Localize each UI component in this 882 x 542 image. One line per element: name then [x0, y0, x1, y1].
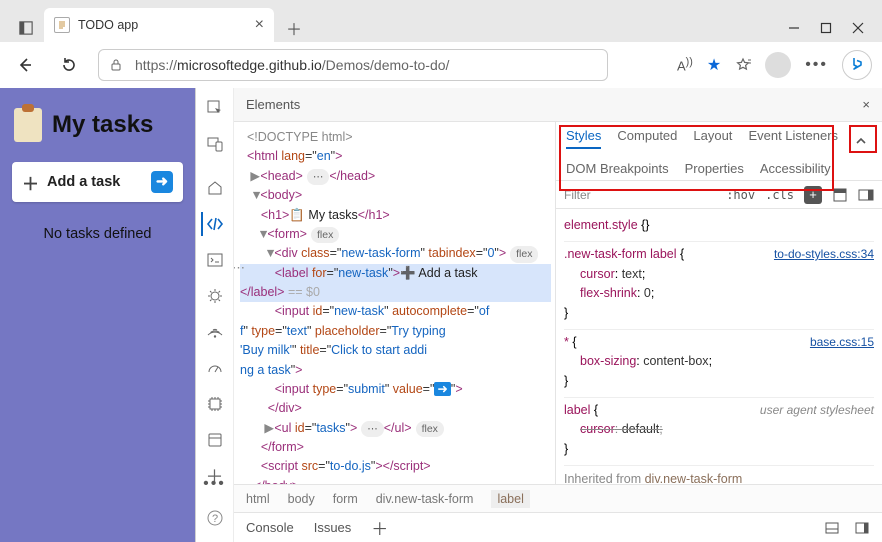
tab-actions-icon[interactable]: [12, 14, 40, 42]
todo-app-pane: My tasks ＋ Add a task ➜ No tasks defined: [0, 88, 195, 542]
drawer-toggle-icon[interactable]: [824, 520, 840, 536]
console-tool-icon[interactable]: [203, 248, 227, 272]
site-info-icon[interactable]: [109, 58, 123, 72]
tab-title: TODO app: [78, 18, 138, 32]
close-devtools-icon[interactable]: ×: [862, 97, 870, 112]
cls-toggle[interactable]: .cls: [765, 188, 794, 202]
breadcrumb-item[interactable]: form: [333, 492, 358, 506]
application-tool-icon[interactable]: [203, 428, 227, 452]
new-tab-button[interactable]: ＋: [280, 14, 308, 42]
clipboard-icon: [14, 108, 42, 142]
issues-tab[interactable]: Issues: [314, 520, 352, 535]
svg-text:?: ?: [211, 513, 217, 525]
css-rules-list[interactable]: element.style {}.new-task-form label {to…: [556, 209, 882, 484]
css-rule[interactable]: * {base.css:15box-sizing: content-box;}: [564, 330, 874, 398]
performance-tool-icon[interactable]: [203, 356, 227, 380]
styles-tab-styles[interactable]: Styles: [566, 128, 601, 149]
maximize-icon[interactable]: [820, 22, 832, 34]
dom-node[interactable]: ▼<form>flex: [240, 225, 551, 244]
console-drawer-tabs: Console Issues ＋: [234, 512, 882, 542]
dom-node[interactable]: ▼<body>: [240, 186, 551, 205]
minimize-icon[interactable]: [788, 22, 800, 34]
add-drawer-tab-icon[interactable]: ＋: [371, 515, 388, 540]
page-favicon-icon: [54, 17, 70, 33]
dom-node[interactable]: <!DOCTYPE html>: [240, 128, 551, 147]
dom-breadcrumb[interactable]: html body form div.new-task-form label: [234, 484, 882, 512]
window-controls: [788, 22, 882, 42]
device-toggle-icon[interactable]: [203, 132, 227, 156]
bing-chat-icon[interactable]: [842, 50, 872, 80]
dom-node[interactable]: <script src="to-do.js"></script>: [240, 457, 551, 476]
breadcrumb-item[interactable]: html: [246, 492, 270, 506]
refresh-button[interactable]: [54, 50, 84, 80]
browser-tab[interactable]: TODO app ×: [44, 8, 274, 42]
back-button[interactable]: [10, 50, 40, 80]
dom-node[interactable]: </form>: [240, 438, 551, 457]
profile-avatar[interactable]: [765, 52, 791, 78]
expand-sidebar-icon[interactable]: [850, 130, 872, 152]
styles-filter-input[interactable]: Filter: [564, 188, 716, 202]
elements-tab-label[interactable]: Elements: [246, 97, 300, 112]
styles-tab-event-listeners[interactable]: Event Listeners: [748, 128, 838, 149]
browser-chrome: TODO app × ＋ https://microsoftedge.githu…: [0, 0, 882, 88]
styles-tab-layout[interactable]: Layout: [693, 128, 732, 149]
styles-tab-dom-breakpoints[interactable]: DOM Breakpoints: [566, 161, 669, 176]
submit-task-icon[interactable]: ➜: [151, 171, 173, 193]
more-menu-icon[interactable]: •••: [805, 56, 828, 74]
hov-toggle[interactable]: :hov: [726, 188, 755, 202]
page-title: My tasks: [14, 108, 183, 142]
add-task-field[interactable]: ＋ Add a task ➜: [12, 162, 183, 202]
styles-tab-accessibility[interactable]: Accessibility: [760, 161, 831, 176]
styles-pane: Styles Computed Layout Event Listeners DOM …: [556, 122, 882, 484]
breadcrumb-item[interactable]: label: [491, 490, 529, 508]
dom-node[interactable]: </div>: [240, 399, 551, 418]
styles-tab-properties[interactable]: Properties: [685, 161, 744, 176]
sources-tool-icon[interactable]: [203, 284, 227, 308]
favorite-icon[interactable]: ★: [707, 55, 721, 75]
welcome-tool-icon[interactable]: [203, 176, 227, 200]
computed-toggle-icon[interactable]: [832, 187, 848, 203]
elements-tool-icon[interactable]: [201, 212, 227, 236]
dom-node[interactable]: </body>: [240, 477, 551, 484]
dom-node[interactable]: <html lang="en">: [240, 147, 551, 166]
more-tools-icon[interactable]: •••: [203, 472, 227, 496]
close-tab-icon[interactable]: ×: [255, 16, 264, 34]
dom-node[interactable]: <h1>📋 My tasks</h1>: [240, 206, 551, 225]
dom-node[interactable]: ▶<ul id="tasks">⋯</ul>flex: [240, 419, 551, 438]
close-window-icon[interactable]: [852, 22, 864, 34]
help-icon[interactable]: ?: [203, 506, 227, 530]
dom-node[interactable]: <input id="new-task" autocomplete="off" …: [240, 302, 551, 380]
dom-node[interactable]: <label for="new-task">➕ Add a task</labe…: [240, 264, 551, 303]
favorites-bar-icon[interactable]: [735, 57, 751, 73]
console-tab[interactable]: Console: [246, 520, 294, 535]
read-aloud-icon[interactable]: A)): [677, 56, 693, 73]
inspect-icon[interactable]: [203, 96, 227, 120]
drawer-side-icon[interactable]: [854, 520, 870, 536]
rendering-pane-icon[interactable]: [858, 187, 874, 203]
dom-node[interactable]: ▶<head>⋯</head>: [240, 167, 551, 186]
styles-tab-computed[interactable]: Computed: [617, 128, 677, 149]
breadcrumb-item[interactable]: body: [288, 492, 315, 506]
css-rule[interactable]: .new-task-form label {to-do-styles.css:3…: [564, 242, 874, 330]
new-style-rule-button[interactable]: +: [804, 186, 822, 204]
dom-node[interactable]: <input type="submit" value="➜">: [240, 380, 551, 399]
address-bar[interactable]: https://microsoftedge.github.io/Demos/de…: [98, 49, 608, 81]
dom-tree[interactable]: ⋯ <!DOCTYPE html> <html lang="en"> ▶<hea…: [234, 122, 556, 484]
devtools-activity-bar: ＋ ••• ?: [196, 88, 234, 542]
network-tool-icon[interactable]: [203, 320, 227, 344]
empty-state: No tasks defined: [12, 226, 183, 242]
memory-tool-icon[interactable]: [203, 392, 227, 416]
css-rule[interactable]: element.style {}: [564, 213, 874, 242]
css-rule[interactable]: label {user agent stylesheetcursor: defa…: [564, 398, 874, 466]
dom-node[interactable]: ▼<div class="new-task-form" tabindex="0"…: [240, 244, 551, 263]
devtools-tool-header: Elements ×: [234, 88, 882, 122]
devtools-panel: ＋ ••• ? Elements × ⋯ <!DOCTYPE html> <ht…: [195, 88, 882, 542]
breadcrumb-item[interactable]: div.new-task-form: [376, 492, 474, 506]
